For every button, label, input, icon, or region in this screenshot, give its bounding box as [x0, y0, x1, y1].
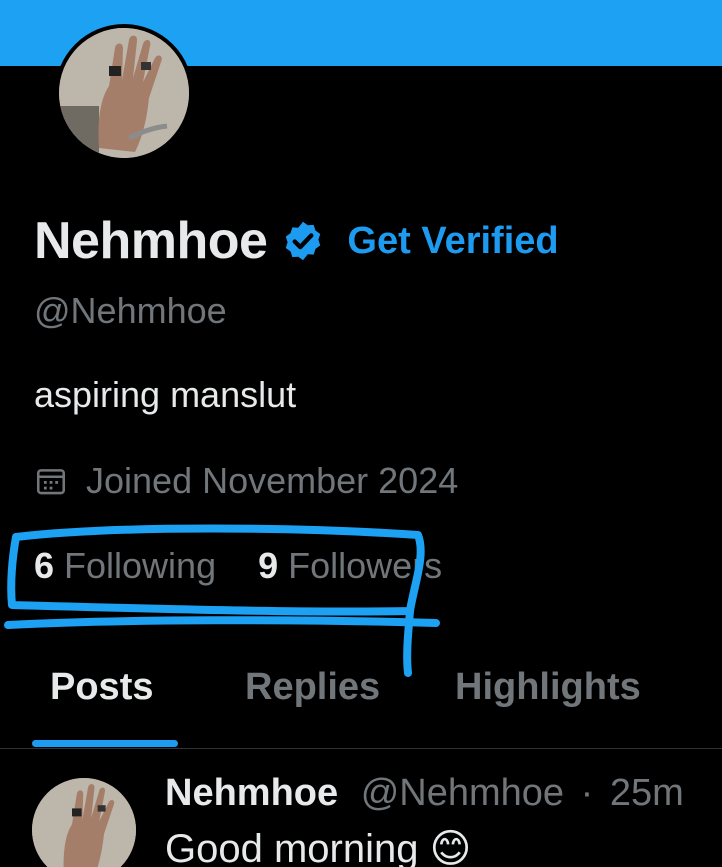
tab-replies[interactable]: Replies: [245, 666, 380, 709]
get-verified-link[interactable]: Get Verified: [347, 220, 558, 263]
profile-handle: @Nehmhoe: [34, 290, 227, 331]
tab-highlights[interactable]: Highlights: [455, 666, 641, 709]
post-separator: ·: [580, 772, 594, 814]
tabs-divider: [0, 748, 722, 749]
calendar-icon: [36, 469, 66, 495]
avatar-hand-icon: [59, 28, 189, 158]
display-name: Nehmhoe: [34, 212, 268, 270]
post-author-handle[interactable]: @Nehmhoe: [361, 772, 564, 814]
avatar-hand-icon: [32, 778, 136, 867]
active-tab-indicator: [32, 740, 178, 747]
profile-tabs: Posts Replies Highlights: [0, 660, 722, 750]
following-count: 6: [34, 545, 55, 586]
profile-page: Nehmhoe Get Verified @Nehmhoe aspiring m…: [0, 0, 722, 867]
profile-avatar: [59, 28, 189, 158]
post-time[interactable]: 25m: [610, 772, 684, 814]
profile-bio: aspiring manslut: [34, 374, 297, 415]
following-label: Following: [64, 545, 217, 586]
post-header: Nehmhoe @Nehmhoe · 25m: [165, 772, 684, 815]
profile-avatar-button[interactable]: [55, 24, 193, 162]
post-author-avatar[interactable]: [32, 778, 136, 867]
verified-badge-icon[interactable]: [281, 219, 325, 263]
followers-count: 9: [258, 545, 279, 586]
followers-link[interactable]: 9 Followers: [258, 545, 442, 587]
followers-label: Followers: [288, 545, 443, 586]
follow-stats: 6 Following 9 Followers: [34, 545, 442, 587]
following-link[interactable]: 6 Following: [34, 545, 216, 587]
tab-posts[interactable]: Posts: [50, 666, 153, 709]
joined-date-row: Joined November 2024: [34, 460, 458, 502]
display-name-row: Nehmhoe Get Verified: [34, 208, 559, 274]
post-text: Good morning 😊: [165, 827, 472, 867]
joined-date: Joined November 2024: [86, 460, 459, 501]
post-author-name[interactable]: Nehmhoe: [165, 772, 338, 814]
